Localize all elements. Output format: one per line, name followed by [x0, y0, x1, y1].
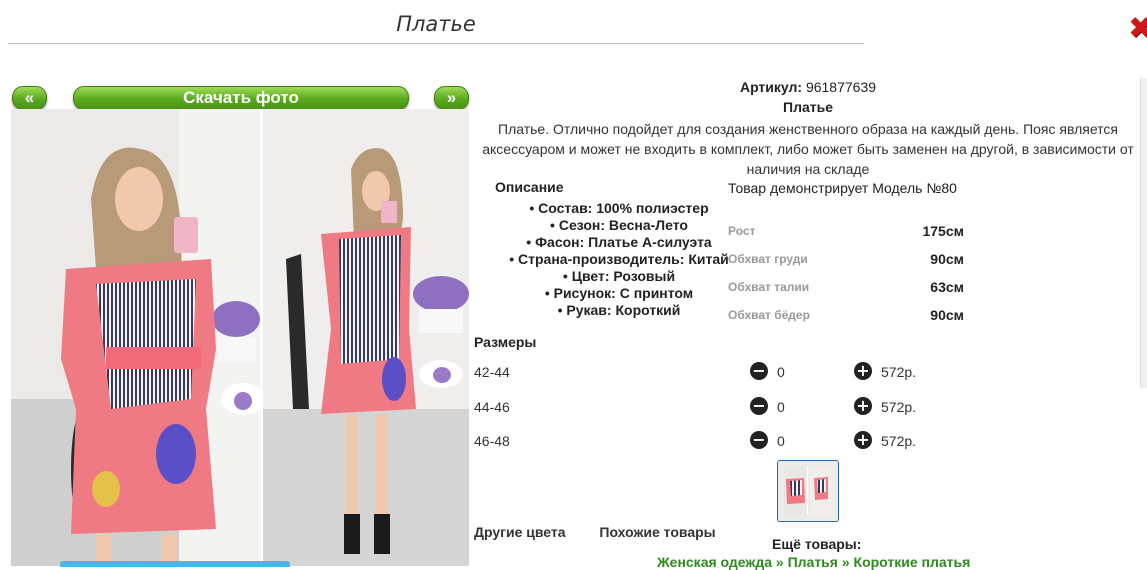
plus-circle-icon[interactable]: +: [854, 431, 872, 449]
close-icon[interactable]: ✖: [1128, 14, 1147, 44]
size-label: 42-44: [474, 364, 510, 380]
next-photo-button[interactable]: »: [434, 86, 469, 110]
measurement-value: 175см: [922, 223, 964, 239]
measurement-label: Обхват бёдер: [728, 308, 810, 322]
measurement-label: Рост: [728, 224, 756, 238]
measurement-label: Обхват талии: [728, 280, 810, 294]
size-row: 46-48 − 0 + 572р.: [474, 430, 934, 454]
article-value: 961877639: [805, 79, 877, 95]
plus-circle-icon[interactable]: +: [854, 362, 872, 380]
product-description: Платье. Отлично подойдет для создания же…: [482, 121, 1134, 177]
quantity-value: 0: [777, 433, 785, 449]
product-photo[interactable]: [11, 109, 469, 566]
sizes-heading: Размеры: [474, 334, 537, 350]
measurement-row: Обхват груди 90см: [728, 246, 964, 274]
photo-thumbnail[interactable]: [777, 460, 839, 522]
product-name: Платье: [783, 99, 833, 115]
tab-other-colors[interactable]: Другие цвета: [474, 524, 566, 540]
size-row: 44-46 − 0 + 572р.: [474, 396, 934, 420]
prev-photo-button[interactable]: «: [12, 86, 47, 110]
download-photo-button[interactable]: Скачать фото: [73, 86, 409, 110]
size-label: 46-48: [474, 433, 510, 449]
quantity-value: 0: [777, 364, 785, 380]
title-divider: [8, 43, 864, 44]
minus-circle-icon[interactable]: −: [750, 362, 768, 380]
spec-item: Рисунок: С принтом: [473, 285, 765, 302]
minus-circle-icon[interactable]: −: [750, 397, 768, 415]
article-label: Артикул:: [739, 79, 803, 95]
measurement-row: Рост 175см: [728, 218, 964, 246]
size-row: 42-44 − 0 + 572р.: [474, 361, 934, 385]
quantity-value: 0: [777, 399, 785, 415]
breadcrumb-link[interactable]: Короткие платья: [854, 554, 971, 570]
breadcrumb: Женская одежда » Платья » Короткие плать…: [657, 554, 970, 570]
size-label: 44-46: [474, 399, 510, 415]
specs-list: Состав: 100% полиэстер Сезон: Весна-Лето…: [473, 200, 765, 319]
article-line: Артикул: 961877639: [473, 79, 1143, 95]
measurement-value: 63см: [930, 279, 964, 295]
measurement-row: Обхват бёдер 90см: [728, 302, 964, 330]
price-value: 572р.: [881, 433, 917, 449]
measurements-table: Рост 175см Обхват груди 90см Обхват тали…: [728, 218, 964, 330]
breadcrumb-separator: »: [775, 554, 784, 570]
measurement-value: 90см: [930, 251, 964, 267]
measurement-value: 90см: [930, 307, 964, 323]
specs-heading: Описание: [495, 179, 564, 195]
measurement-row: Обхват талии 63см: [728, 274, 964, 302]
model-heading: Товар демонстрирует Модель №80: [728, 180, 957, 196]
minus-circle-icon[interactable]: −: [750, 431, 768, 449]
price-value: 572р.: [881, 399, 917, 415]
spec-item: Цвет: Розовый: [473, 268, 765, 285]
spec-item: Сезон: Весна-Лето: [473, 217, 765, 234]
tab-similar[interactable]: Похожие товары: [599, 524, 715, 540]
price-value: 572р.: [881, 364, 917, 380]
page-title: Платье: [396, 12, 476, 36]
breadcrumb-link[interactable]: Платья: [788, 554, 838, 570]
breadcrumb-separator: »: [841, 554, 850, 570]
breadcrumb-link[interactable]: Женская одежда: [657, 554, 772, 570]
tabs-row: Другие цвета Похожие товары: [474, 524, 746, 540]
spec-item: Страна-производитель: Китай: [473, 251, 765, 268]
scrollbar[interactable]: [1140, 78, 1147, 388]
spec-item: Состав: 100% полиэстер: [473, 200, 765, 217]
measurement-label: Обхват груди: [728, 252, 808, 266]
gallery-indicator: [60, 561, 290, 567]
spec-item: Рукав: Короткий: [473, 302, 765, 319]
plus-circle-icon[interactable]: +: [854, 397, 872, 415]
spec-item: Фасон: Платье А-силуэта: [473, 234, 765, 251]
more-products-heading: Ещё товары:: [772, 536, 862, 552]
